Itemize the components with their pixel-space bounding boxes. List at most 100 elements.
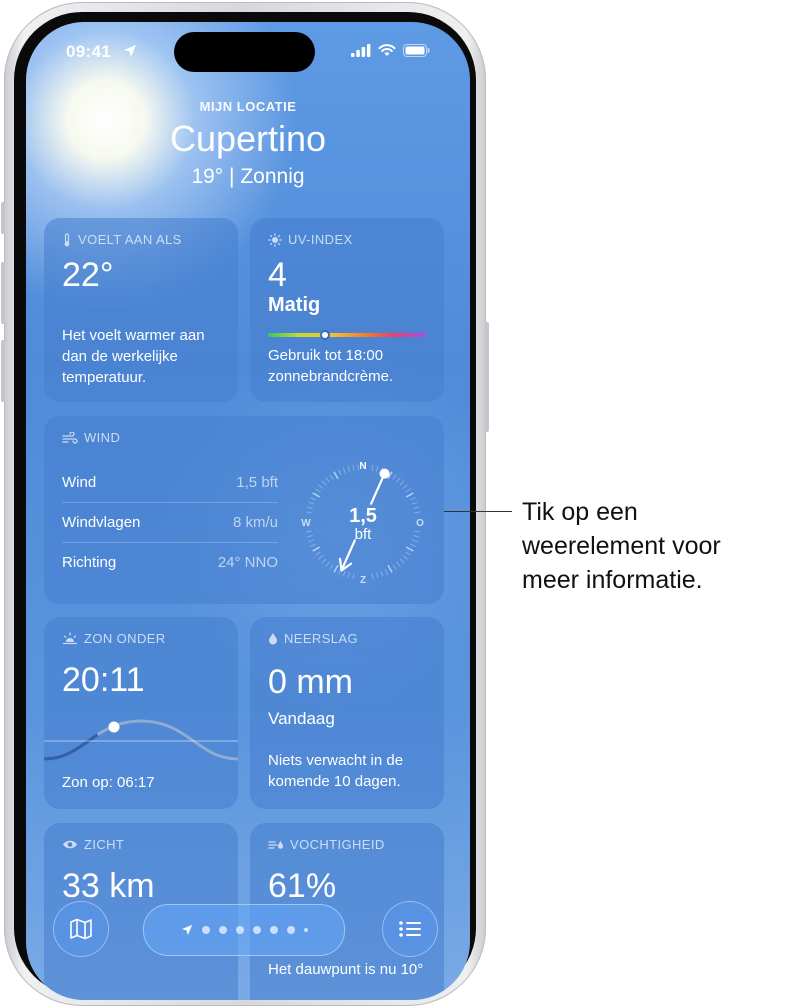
compass-tick xyxy=(357,464,359,471)
compass-tick xyxy=(402,484,408,489)
uv-scale-bar xyxy=(268,333,426,337)
feels-like-value: 22° xyxy=(62,256,114,294)
compass-tick xyxy=(375,572,379,579)
compass-tick xyxy=(352,573,355,580)
compass-tick xyxy=(306,534,313,538)
page-dot xyxy=(252,926,261,934)
compass-tick xyxy=(414,530,421,533)
compass-tick xyxy=(347,572,351,579)
sunset-icon xyxy=(63,632,77,645)
wind-title-text: WIND xyxy=(84,430,121,445)
compass-tick xyxy=(352,464,355,471)
callout-line xyxy=(444,511,512,512)
sunset-title-text: ZON ONDER xyxy=(84,631,166,646)
compass-speed-value: 1,5 xyxy=(349,505,377,527)
page-dot xyxy=(218,926,227,934)
page-dot xyxy=(286,926,295,934)
compass-tick xyxy=(380,570,384,577)
weather-screen: 09:41 MIJN LOCATIE Cupertino 19° | Zonni… xyxy=(26,22,470,1000)
uv-index-title: UV-INDEX xyxy=(268,232,353,247)
uv-index-description: Gebruik tot 18:00 zonnebrandcrème. xyxy=(268,347,394,385)
sun-position-marker xyxy=(108,721,120,733)
compass-tick xyxy=(405,546,414,552)
compass-east-label: O xyxy=(416,518,424,529)
sunset-card[interactable]: ZON ONDER 20:11 Zon op: 06:17 xyxy=(44,617,238,809)
raindrop-icon xyxy=(269,633,277,645)
compass-tick xyxy=(321,558,327,564)
current-condition: 19° | Zonnig xyxy=(191,165,305,188)
compass-tick xyxy=(306,506,313,510)
wind-row-label: Windvlagen xyxy=(62,514,141,531)
page-dot xyxy=(303,928,308,932)
dynamic-island xyxy=(174,32,315,72)
status-time: 09:41 xyxy=(66,42,111,61)
compass-tick xyxy=(318,555,324,560)
location-list-button[interactable] xyxy=(382,901,438,957)
compass-tick xyxy=(342,570,346,577)
compass-tick xyxy=(338,469,342,476)
precipitation-card[interactable]: NEERSLAG 0 mm Vandaag Niets verwacht in … xyxy=(250,617,444,809)
cellular-signal-icon xyxy=(351,44,371,57)
list-icon xyxy=(399,921,421,937)
compass-tick xyxy=(312,492,321,498)
compass-tick xyxy=(375,465,379,472)
wind-icon xyxy=(62,431,78,444)
sunset-time: 20:11 xyxy=(62,661,145,699)
compass-tick xyxy=(414,511,421,514)
feels-like-title-text: VOELT AAN ALS xyxy=(78,232,182,247)
compass-west-label: W xyxy=(301,518,311,529)
location-pager[interactable] xyxy=(143,904,345,956)
compass-tick xyxy=(402,555,408,560)
page-dot xyxy=(269,926,278,934)
wifi-icon xyxy=(378,44,396,56)
compass-tick xyxy=(310,543,317,547)
compass-speed-unit: bft xyxy=(355,526,373,543)
visibility-title-text: ZICHT xyxy=(84,837,125,852)
compass-tick xyxy=(312,546,321,552)
wind-title: WIND xyxy=(62,430,120,445)
mute-switch xyxy=(1,202,5,234)
uv-level-indicator xyxy=(319,330,330,340)
compass-tick xyxy=(371,464,374,471)
compass-tick xyxy=(384,568,388,575)
compass-tick xyxy=(409,543,416,547)
humidity-title: VOCHTIGHEID xyxy=(268,837,385,852)
uv-index-card[interactable]: UV-INDEX 4 Matig Gebruik tot 18:00 zonne… xyxy=(250,218,444,402)
city-name: Cupertino xyxy=(169,118,327,159)
compass-tick xyxy=(305,511,312,514)
compass-tick xyxy=(387,564,393,573)
callout-text: Tik op een weerelement voor meer informa… xyxy=(522,495,721,597)
compass-tick xyxy=(308,539,315,543)
wind-row-direction: Richting 24° NNO xyxy=(62,543,278,582)
compass-tick xyxy=(409,497,416,501)
compass-north-label: N xyxy=(359,461,366,472)
precipitation-period: Vandaag xyxy=(268,709,335,728)
visibility-title: ZICHT xyxy=(62,837,124,852)
humidity-value: 61% xyxy=(268,867,337,905)
uv-index-value: 4 xyxy=(268,256,287,294)
compass-tick xyxy=(342,467,346,474)
precipitation-title-text: NEERSLAG xyxy=(284,631,359,646)
compass-tick xyxy=(396,561,401,567)
callout-line-2: weerelement voor xyxy=(522,532,721,560)
compass-tick xyxy=(411,501,418,505)
feels-like-card[interactable]: VOELT AAN ALS 22° Het voelt warmer aan d… xyxy=(44,218,238,402)
battery-icon xyxy=(403,44,430,57)
sun-icon xyxy=(268,232,282,247)
compass-tick xyxy=(305,530,312,533)
compass-tick xyxy=(333,564,339,573)
compass-tick xyxy=(318,484,324,489)
thermometer-icon xyxy=(64,232,70,246)
compass-tick xyxy=(413,506,420,510)
wind-card[interactable]: WIND Wind 1,5 bft Windvlagen 8 km/u Rich… xyxy=(44,416,444,604)
compass-tick xyxy=(315,488,321,493)
map-button[interactable] xyxy=(53,901,109,957)
wind-row-value: 1,5 bft xyxy=(236,474,278,491)
side-button xyxy=(485,322,489,432)
wind-row-value: 24° NNO xyxy=(217,554,278,571)
eye-icon xyxy=(63,840,77,849)
feels-like-title: VOELT AAN ALS xyxy=(62,232,182,247)
wind-row-speed: Wind 1,5 bft xyxy=(62,463,278,502)
wind-row-value: 8 km/u xyxy=(232,514,278,531)
compass-tick xyxy=(399,558,405,564)
